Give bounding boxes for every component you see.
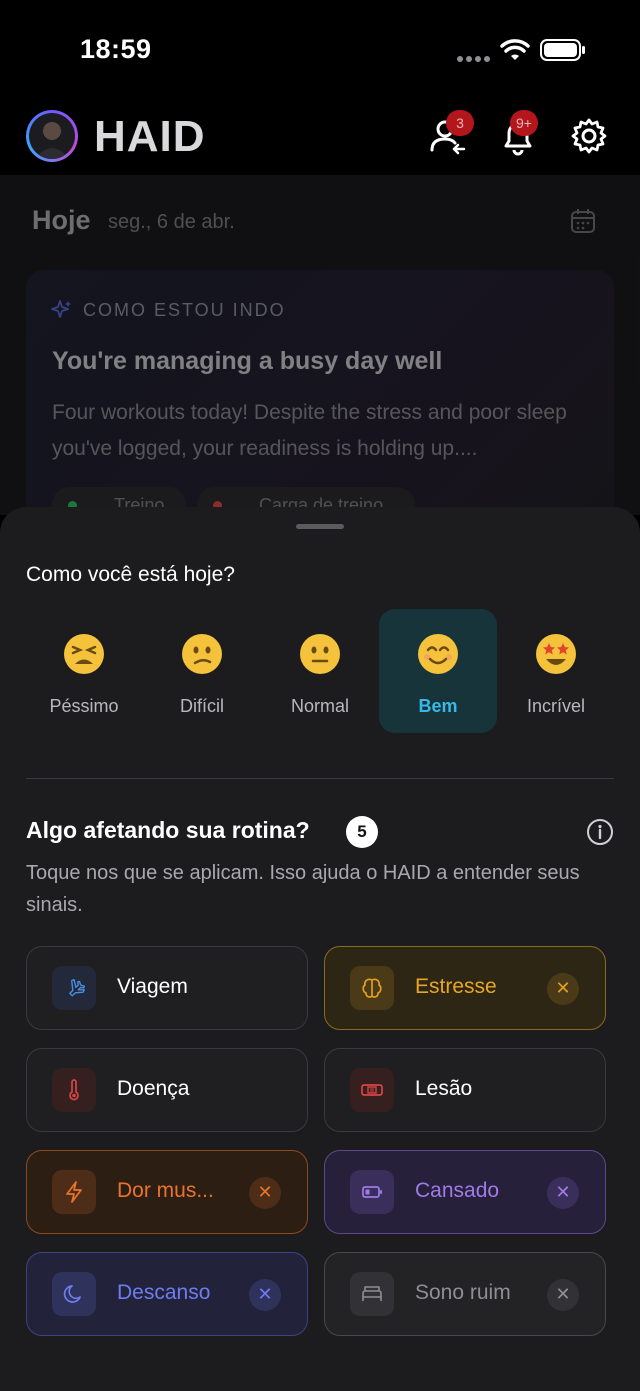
bandage-icon	[361, 1084, 383, 1096]
factor-label: Viagem	[117, 975, 188, 998]
factor-lesao[interactable]: Lesão	[324, 1048, 606, 1132]
battery-icon	[540, 39, 585, 61]
mood-label: Normal	[290, 696, 349, 716]
smiling-face-icon	[418, 634, 458, 674]
friends-badge: 3	[446, 110, 474, 136]
tired-face-icon	[64, 634, 104, 674]
mood-label: Incrível	[526, 696, 586, 716]
divider	[26, 778, 614, 779]
profile-photo-icon	[35, 122, 69, 159]
factor-icon-box	[52, 966, 96, 1010]
mood-label: Bem	[418, 696, 458, 716]
mood-option-bem[interactable]: Bem	[379, 609, 497, 733]
mood-option-incrivel[interactable]: Incrível	[497, 609, 615, 733]
close-icon[interactable]: ✕	[547, 1279, 579, 1311]
today-page: Hoje seg., 6 de abr. COMO ESTOU INDO You…	[0, 175, 640, 515]
sheet-grabber[interactable]	[296, 524, 344, 529]
factor-icon-box	[52, 1068, 96, 1112]
factor-label: Lesão	[415, 1077, 473, 1100]
factor-dor-muscular[interactable]: Dor mus... ✕	[26, 1150, 308, 1234]
mood-question: Como você está hoje?	[26, 563, 235, 586]
factor-label: Doença	[117, 1077, 190, 1100]
close-icon[interactable]: ✕	[547, 1177, 579, 1209]
mood-label: Péssimo	[49, 696, 119, 716]
factor-icon-box	[350, 1272, 394, 1316]
close-icon[interactable]: ✕	[249, 1279, 281, 1311]
bed-icon	[362, 1286, 382, 1301]
mood-label: Difícil	[180, 696, 224, 716]
brain-icon	[362, 978, 382, 998]
close-icon[interactable]: ✕	[249, 1177, 281, 1209]
factor-label: Estresse	[415, 975, 497, 998]
factors-subtitle: Toque nos que se aplicam. Isso ajuda o H…	[26, 862, 580, 916]
signal-dots-icon	[457, 56, 490, 62]
mood-option-dificil[interactable]: Difícil	[143, 609, 261, 733]
mood-option-normal[interactable]: Normal	[261, 609, 379, 733]
lightning-icon	[66, 1181, 82, 1203]
factor-cansado[interactable]: Cansado ✕	[324, 1150, 606, 1234]
app-header: HAID 3 9+	[0, 100, 640, 175]
plane-icon	[69, 978, 85, 997]
neutral-face-icon	[300, 634, 340, 674]
factor-descanso[interactable]: Descanso ✕	[26, 1252, 308, 1336]
info-icon[interactable]	[586, 818, 614, 846]
factor-icon-box	[350, 1170, 394, 1214]
factors-count-badge: 5	[346, 816, 378, 848]
backdrop-dim[interactable]	[0, 175, 640, 515]
factor-label: Descanso	[117, 1281, 211, 1304]
factor-icon-box	[350, 966, 394, 1010]
status-time: 18:59	[80, 34, 152, 64]
factors-title: Algo afetando sua rotina?	[26, 817, 310, 843]
notifications-badge: 9+	[510, 110, 538, 136]
gear-icon[interactable]	[569, 116, 609, 156]
checkin-sheet: Como você está hoje? Péssimo Difícil Nor…	[0, 507, 640, 1391]
battery-low-icon	[362, 1186, 382, 1198]
factor-doenca[interactable]: Doença	[26, 1048, 308, 1132]
mood-option-pessimo[interactable]: Péssimo	[25, 609, 143, 733]
factor-icon-box	[350, 1068, 394, 1112]
star-struck-face-icon	[536, 634, 576, 674]
factor-estresse[interactable]: Estresse ✕	[324, 946, 606, 1030]
factor-sono-ruim[interactable]: Sono ruim ✕	[324, 1252, 606, 1336]
factor-viagem[interactable]: Viagem	[26, 946, 308, 1030]
factor-label: Sono ruim	[415, 1281, 511, 1304]
thermometer-icon	[69, 1079, 79, 1101]
wifi-icon	[500, 39, 530, 60]
factor-label: Dor mus...	[117, 1179, 214, 1202]
status-bar: 18:59	[0, 0, 640, 100]
confused-face-icon	[182, 634, 222, 674]
close-icon[interactable]: ✕	[547, 973, 579, 1005]
factor-icon-box	[52, 1170, 96, 1214]
moon-icon	[63, 1285, 81, 1303]
avatar[interactable]	[26, 110, 78, 162]
factor-icon-box	[52, 1272, 96, 1316]
brand-logo: HAID	[94, 112, 206, 161]
factor-label: Cansado	[415, 1179, 500, 1202]
